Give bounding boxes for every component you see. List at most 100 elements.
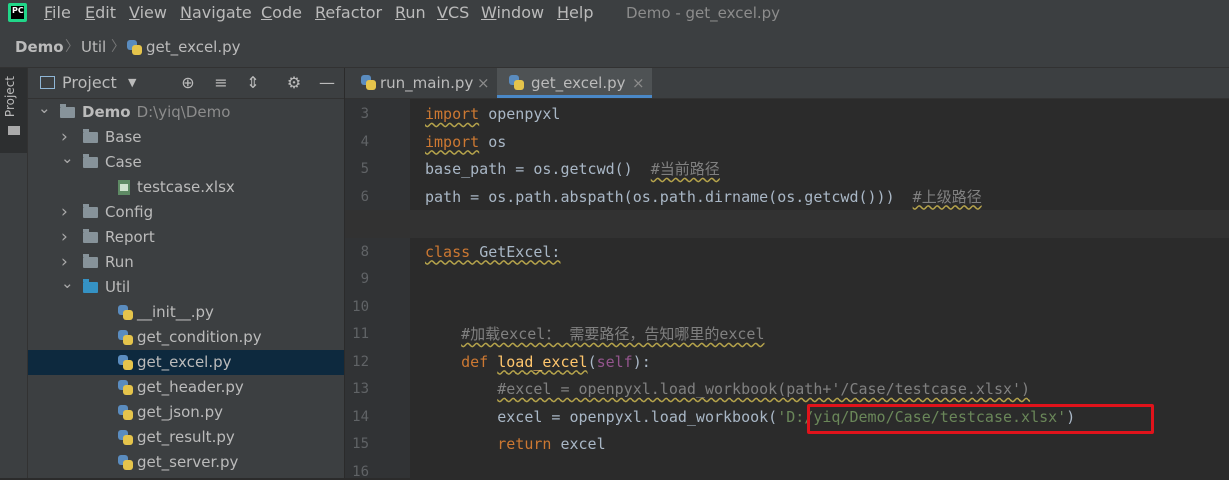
tree-item[interactable]: testcase.xlsx [28, 175, 344, 200]
tree-item[interactable]: ⌄ Case [28, 149, 344, 175]
menu-run[interactable]: Run [395, 0, 426, 27]
breadcrumb-file[interactable]: get_excel.py [146, 27, 241, 67]
code-line[interactable]: #加载excel： 需要路径，告知哪里的excel [425, 321, 764, 348]
tree-item[interactable]: ⌄ Util [28, 274, 344, 300]
tree-item[interactable]: get_header.py [28, 375, 344, 400]
python-file-icon [127, 40, 142, 55]
code-line[interactable]: #excel = openpyxl.load_workbook(path+'/C… [425, 376, 1030, 403]
chevron-down-icon[interactable]: ⌄ [61, 146, 74, 171]
code-editor[interactable]: import openpyxl import os base_path = os.g… [345, 99, 1229, 478]
project-tree: ⌄ Demo D:\yiq\Demo › Base ⌄ Case testcase.xlsx ›… [28, 99, 344, 478]
editor-gutter[interactable]: 345678910111213141516 [345, 99, 425, 480]
code-line[interactable]: class GetExcel: [425, 239, 560, 266]
menu-navigate[interactable]: Navigate [180, 0, 252, 27]
tree-item-label: get_json.py [137, 403, 223, 421]
menu-file[interactable]: File [44, 0, 71, 27]
python-file-icon [118, 405, 133, 420]
menu-vcs[interactable]: VCS [437, 0, 469, 27]
excel-file-icon [118, 180, 130, 195]
menu-window[interactable]: Window [481, 0, 544, 27]
project-view-icon [40, 76, 55, 89]
code-line[interactable]: path = os.path.abspath(os.path.dirname(o… [425, 184, 982, 211]
window-title: Demo - get_excel.py [626, 4, 781, 22]
pycharm-logo-icon: PC [8, 3, 27, 22]
tree-item[interactable]: get_server.py [28, 450, 344, 475]
tree-item[interactable]: › Run [28, 250, 344, 275]
tree-item-label: __init__.py [137, 303, 214, 321]
code-line[interactable]: import os [425, 129, 506, 156]
tab-get-excel[interactable]: get_excel.py × [497, 68, 652, 98]
tab-run-main[interactable]: run_main.py × [345, 68, 495, 98]
chevron-right-icon[interactable]: › [61, 225, 68, 250]
editor-tab-bar: run_main.py × get_excel.py × [345, 68, 1229, 99]
menu-edit[interactable]: Edit [85, 0, 116, 27]
menu-code[interactable]: Code [261, 0, 302, 27]
tree-item[interactable]: ⌄ Demo D:\yiq\Demo [28, 99, 344, 125]
tree-item[interactable]: › Config [28, 200, 344, 225]
tree-item[interactable]: › Base [28, 125, 344, 150]
chevron-down-icon[interactable]: ⌄ [61, 271, 74, 296]
python-file-icon [118, 430, 133, 445]
collapse-all-icon[interactable]: ⇕ [242, 72, 264, 94]
tool-window-stripe: Project [0, 68, 28, 478]
project-panel-title[interactable]: Project [62, 68, 117, 98]
breadcrumb-util[interactable]: Util [81, 27, 106, 67]
line-number: 10 [352, 298, 369, 315]
tree-item-label: Case [105, 153, 142, 171]
chevron-down-icon[interactable]: ▼ [128, 68, 136, 98]
folder-icon [83, 229, 98, 243]
close-icon[interactable]: × [477, 68, 490, 98]
folder-icon [8, 126, 20, 135]
tree-item-label: Report [105, 228, 155, 246]
tree-item-label: Run [105, 253, 134, 271]
close-icon[interactable]: × [632, 68, 645, 98]
tree-item-label: get_header.py [137, 378, 244, 396]
expand-all-icon[interactable]: ≡ [210, 72, 232, 94]
line-number: 5 [360, 161, 369, 177]
tree-item-label: get_excel.py [137, 353, 232, 371]
line-number: 3 [360, 106, 369, 122]
folder-icon [83, 279, 98, 293]
tree-item-label: get_condition.py [137, 328, 262, 346]
project-path: D:\yiq\Demo [136, 103, 231, 121]
python-file-icon [118, 305, 133, 320]
project-panel-header: Project ▼ ⊕ ≡ ⇕ ⚙ — [28, 68, 344, 99]
tree-item[interactable]: get_excel.py [28, 350, 344, 375]
locate-file-icon[interactable]: ⊕ [177, 72, 199, 94]
menu-bar: PC File Edit View Navigate Code Refactor… [0, 0, 1229, 27]
menu-help[interactable]: Help [557, 0, 593, 27]
line-number: 4 [360, 133, 369, 150]
chevron-right-icon: 〉 [65, 39, 79, 55]
python-file-icon [118, 330, 133, 345]
gear-icon[interactable]: ⚙ [283, 72, 305, 94]
code-line[interactable]: base_path = os.getcwd() #当前路径 [425, 156, 720, 183]
code-line[interactable]: def load_excel(self): [425, 349, 651, 376]
line-number: 12 [352, 353, 369, 370]
tree-item[interactable]: __init__.py [28, 300, 344, 325]
hide-panel-icon[interactable]: — [316, 72, 338, 94]
tree-item-label: get_server.py [137, 453, 239, 471]
folder-icon [83, 154, 98, 168]
tree-item[interactable]: get_condition.py [28, 325, 344, 350]
tree-item-label: Base [105, 128, 142, 146]
folder-icon [60, 104, 75, 118]
project-tool-label: Project [3, 76, 17, 118]
python-file-icon [361, 75, 376, 90]
menu-view[interactable]: View [129, 0, 167, 27]
line-number: 16 [352, 463, 369, 480]
tree-item[interactable]: get_result.py [28, 425, 344, 450]
code-line[interactable]: import openpyxl [425, 101, 560, 128]
folder-icon [83, 254, 98, 268]
tree-item-label: testcase.xlsx [137, 178, 235, 196]
line-number: 8 [360, 243, 369, 260]
annotation-highlight-box [807, 404, 1154, 434]
tree-item[interactable]: › Report [28, 225, 344, 250]
tree-item[interactable]: get_json.py [28, 400, 344, 425]
menu-refactor[interactable]: Refactor [315, 0, 382, 27]
tab-label: get_excel.py [531, 74, 626, 92]
code-line[interactable]: return excel [425, 431, 605, 458]
breadcrumb-demo[interactable]: Demo [15, 27, 64, 67]
chevron-right-icon[interactable]: › [61, 200, 68, 225]
chevron-down-icon[interactable]: ⌄ [38, 99, 51, 121]
project-tool-tab[interactable]: Project [0, 68, 27, 153]
